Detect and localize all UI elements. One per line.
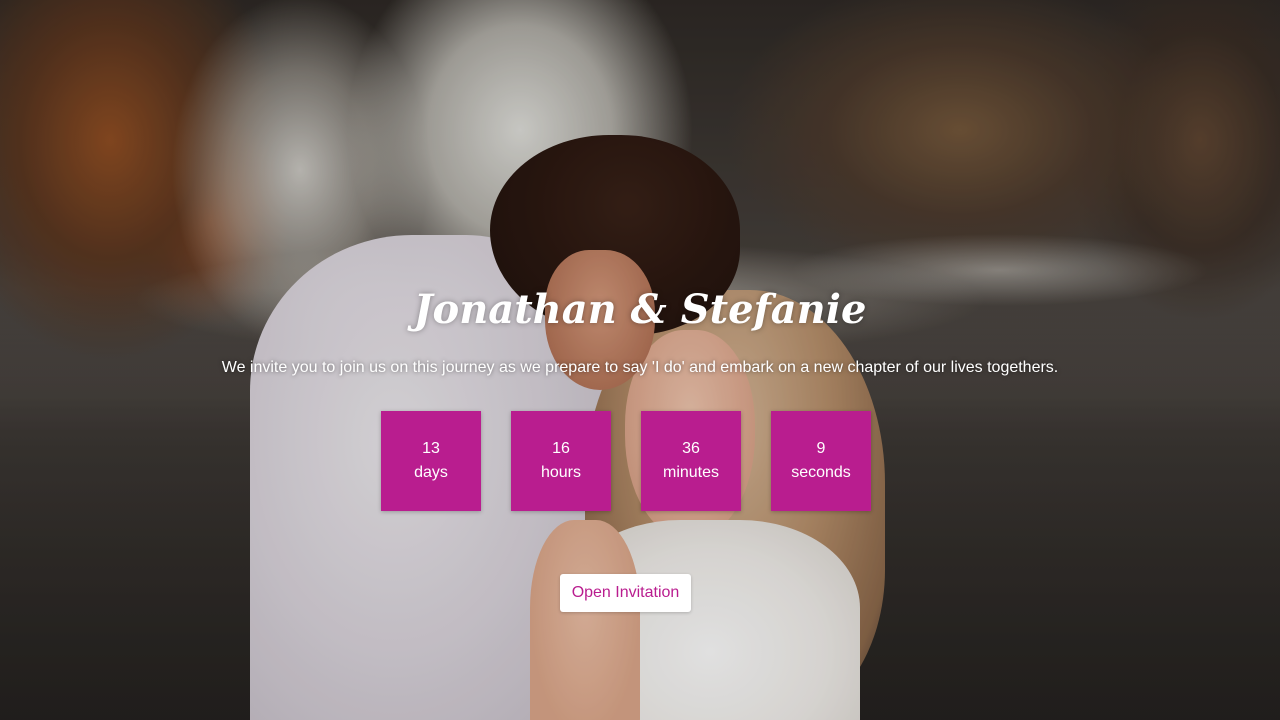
countdown-minutes-value: 36 bbox=[682, 440, 700, 457]
hero-section: Jonathan & Stefanie We invite you to joi… bbox=[0, 0, 1280, 720]
invitation-tagline: We invite you to join us on this journey… bbox=[221, 359, 1059, 376]
open-invitation-button[interactable]: Open Invitation bbox=[560, 574, 691, 612]
countdown-timer: 13 days 16 hours 36 minutes 9 seconds bbox=[381, 411, 871, 511]
countdown-minutes-label: minutes bbox=[662, 464, 720, 481]
hero-content: Jonathan & Stefanie We invite you to joi… bbox=[0, 0, 1280, 720]
countdown-seconds-label: seconds bbox=[791, 464, 851, 481]
countdown-seconds-value: 9 bbox=[816, 440, 826, 457]
countdown-minutes: 36 minutes bbox=[641, 411, 741, 511]
countdown-hours: 16 hours bbox=[511, 411, 611, 511]
countdown-seconds: 9 seconds bbox=[771, 411, 871, 511]
countdown-hours-value: 16 bbox=[552, 440, 570, 457]
countdown-days: 13 days bbox=[381, 411, 481, 511]
countdown-days-value: 13 bbox=[422, 440, 440, 457]
countdown-hours-label: hours bbox=[540, 464, 582, 481]
couple-names-title: Jonathan & Stefanie bbox=[413, 286, 867, 333]
countdown-days-label: days bbox=[414, 464, 448, 481]
